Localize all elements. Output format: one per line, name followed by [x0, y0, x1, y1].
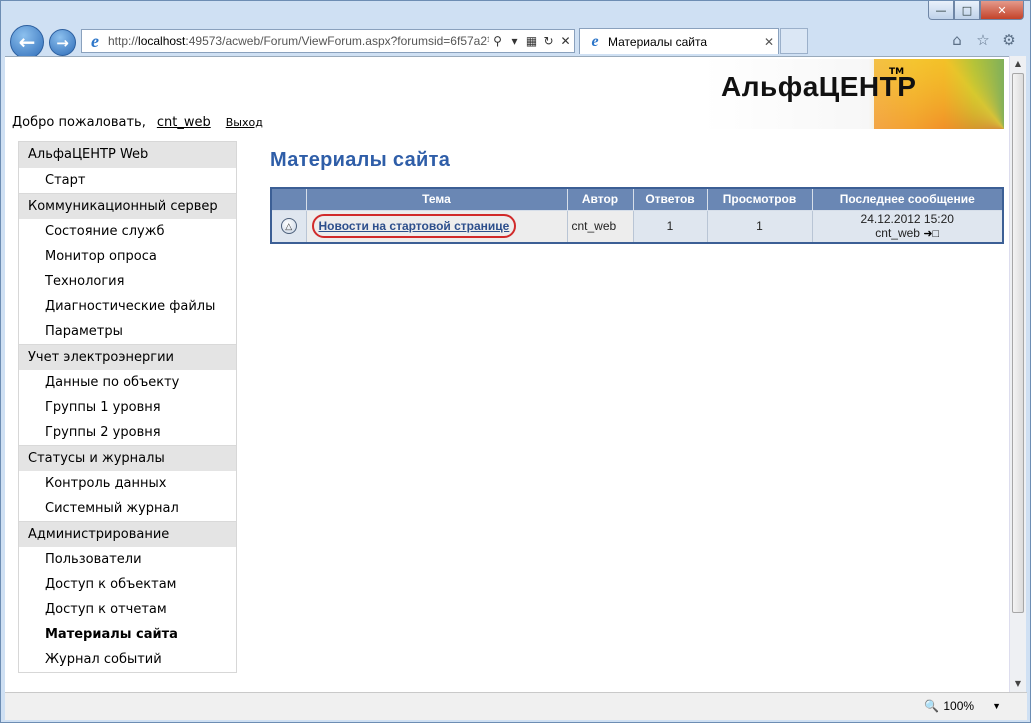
- page-title: Материалы сайта: [270, 149, 451, 171]
- back-arrow-icon[interactable]: ←: [10, 25, 44, 59]
- refresh-icon[interactable]: ↻: [540, 34, 557, 48]
- sidebar-item-technology[interactable]: Технология: [19, 269, 236, 294]
- welcome-line: Добро пожаловать, cnt_web Выход: [12, 115, 263, 130]
- sidebar-item-object-access[interactable]: Доступ к объектам: [19, 572, 236, 597]
- stop-icon[interactable]: ✕: [557, 34, 574, 48]
- tab-materials[interactable]: e Материалы сайта ✕: [579, 28, 779, 54]
- close-tab-icon[interactable]: ✕: [760, 35, 778, 49]
- zoom-control[interactable]: 🔍 100% ▼: [924, 699, 1001, 713]
- alfacentr-banner: АльфаЦЕНТР TM: [703, 59, 1004, 129]
- close-window-button[interactable]: ✕: [980, 1, 1024, 20]
- sidebar-item-users[interactable]: Пользователи: [19, 547, 236, 572]
- tools-gear-icon[interactable]: ⚙: [1000, 31, 1018, 49]
- col-header-replies: Ответов: [632, 187, 708, 211]
- col-header-icon: [270, 187, 307, 211]
- home-icon[interactable]: ⌂: [948, 31, 966, 49]
- compatibility-icon[interactable]: ▦: [523, 34, 540, 48]
- col-header-last-post: Последнее сообщение: [811, 187, 1004, 211]
- forward-arrow-icon[interactable]: →: [49, 29, 76, 56]
- sidebar-item-event-journal[interactable]: Журнал событий: [19, 647, 236, 672]
- sidebar-item-diagnostic-files[interactable]: Диагностические файлы: [19, 294, 236, 319]
- last-post-author: cnt_web: [875, 225, 920, 240]
- sidebar-item-level1-groups[interactable]: Группы 1 уровня: [19, 395, 236, 420]
- last-post-date: 24.12.2012 15:20: [860, 211, 954, 226]
- logo-trademark: TM: [889, 67, 905, 77]
- topic-link[interactable]: Новости на стартовой странице: [311, 214, 517, 239]
- search-icon[interactable]: ⚲: [489, 34, 506, 48]
- sidebar-group-comm-server: Коммуникационный сервер: [19, 193, 236, 219]
- tab-title: Материалы сайта: [608, 34, 707, 49]
- topic-status-icon: △: [280, 218, 297, 235]
- user-link[interactable]: cnt_web: [157, 115, 211, 130]
- sidebar-item-services-status[interactable]: Состояние служб: [19, 219, 236, 244]
- replies-cell: 1: [632, 209, 708, 244]
- maximize-button[interactable]: □: [954, 1, 980, 20]
- url-path: :49573/acweb/Forum/ViewForum.aspx?forums…: [185, 34, 489, 48]
- sidebar-item-poll-monitor[interactable]: Монитор опроса: [19, 244, 236, 269]
- sidebar-group-energy-accounting: Учет электроэнергии: [19, 344, 236, 370]
- scroll-down-icon[interactable]: ▼: [1010, 676, 1026, 692]
- views-cell: 1: [706, 209, 813, 244]
- logout-link[interactable]: Выход: [226, 116, 263, 129]
- navigation-bar: ← → e http://localhost:49573/acweb/Forum…: [1, 23, 1031, 59]
- go-to-last-post-icon[interactable]: ➜□: [923, 228, 939, 240]
- sidebar-item-parameters[interactable]: Параметры: [19, 319, 236, 344]
- sidebar-item-start[interactable]: Старт: [19, 168, 236, 193]
- scrollbar-thumb[interactable]: [1012, 73, 1024, 613]
- forum-topics-table: Тема Автор Ответов Просмотров Последнее …: [270, 187, 1004, 244]
- dropdown-caret-icon[interactable]: ▾: [506, 34, 523, 48]
- sidebar-group-status-journals: Статусы и журналы: [19, 445, 236, 471]
- sidebar-group-alfacentr-web: АльфаЦЕНТР Web: [19, 142, 236, 168]
- url-host: localhost: [138, 34, 186, 48]
- zoom-level: 100%: [943, 699, 975, 713]
- page-viewport: АльфаЦЕНТР TM Добро пожаловать, cnt_web …: [5, 56, 1009, 692]
- sidebar-item-system-journal[interactable]: Системный журнал: [19, 496, 236, 521]
- url-prefix: http://: [108, 34, 139, 48]
- scroll-up-icon[interactable]: ▲: [1010, 56, 1026, 72]
- window-caption-buttons: — □ ✕: [928, 1, 1024, 20]
- table-row: △ Новости на стартовой странице cnt_web …: [270, 209, 1004, 244]
- col-header-author: Автор: [566, 187, 634, 211]
- zoom-icon: 🔍: [924, 699, 940, 713]
- new-tab-button[interactable]: [780, 28, 808, 54]
- address-bar[interactable]: e http://localhost:49573/acweb/Forum/Vie…: [81, 29, 575, 53]
- table-header-row: Тема Автор Ответов Просмотров Последнее …: [270, 187, 1004, 211]
- sidebar-item-report-access[interactable]: Доступ к отчетам: [19, 597, 236, 622]
- toolbar-icons: ⌂ ☆ ⚙: [948, 31, 1018, 49]
- col-header-views: Просмотров: [706, 187, 813, 211]
- author-cell: cnt_web: [566, 209, 634, 244]
- topic-icon-cell: △: [270, 209, 307, 244]
- zoom-dropdown-icon[interactable]: ▼: [992, 701, 1001, 711]
- welcome-text: Добро пожаловать,: [12, 115, 146, 130]
- sidebar-item-object-data[interactable]: Данные по объекту: [19, 370, 236, 395]
- logo-text: АльфаЦЕНТР: [721, 71, 917, 102]
- last-post-cell: 24.12.2012 15:20 cnt_web ➜□: [811, 209, 1004, 244]
- col-header-topic: Тема: [305, 187, 568, 211]
- topic-cell: Новости на стартовой странице: [305, 209, 568, 244]
- sidebar-item-level2-groups[interactable]: Группы 2 уровня: [19, 420, 236, 445]
- sidebar-item-site-materials[interactable]: Материалы сайта: [19, 622, 236, 647]
- minimize-button[interactable]: —: [928, 1, 954, 20]
- vertical-scrollbar[interactable]: ▲ ▼: [1009, 56, 1026, 692]
- browser-window: — □ ✕ ← → e http://localhost:49573/acweb…: [0, 0, 1031, 723]
- favorites-star-icon[interactable]: ☆: [974, 31, 992, 49]
- sidebar-item-data-control[interactable]: Контроль данных: [19, 471, 236, 496]
- sidebar: АльфаЦЕНТР Web Старт Коммуникационный се…: [18, 141, 237, 673]
- sidebar-group-administration: Администрирование: [19, 521, 236, 547]
- status-bar: 🔍 100% ▼: [5, 692, 1027, 720]
- ie-icon: e: [591, 32, 599, 50]
- url-text[interactable]: http://localhost:49573/acweb/Forum/ViewF…: [108, 34, 489, 48]
- ie-icon: e: [91, 30, 99, 51]
